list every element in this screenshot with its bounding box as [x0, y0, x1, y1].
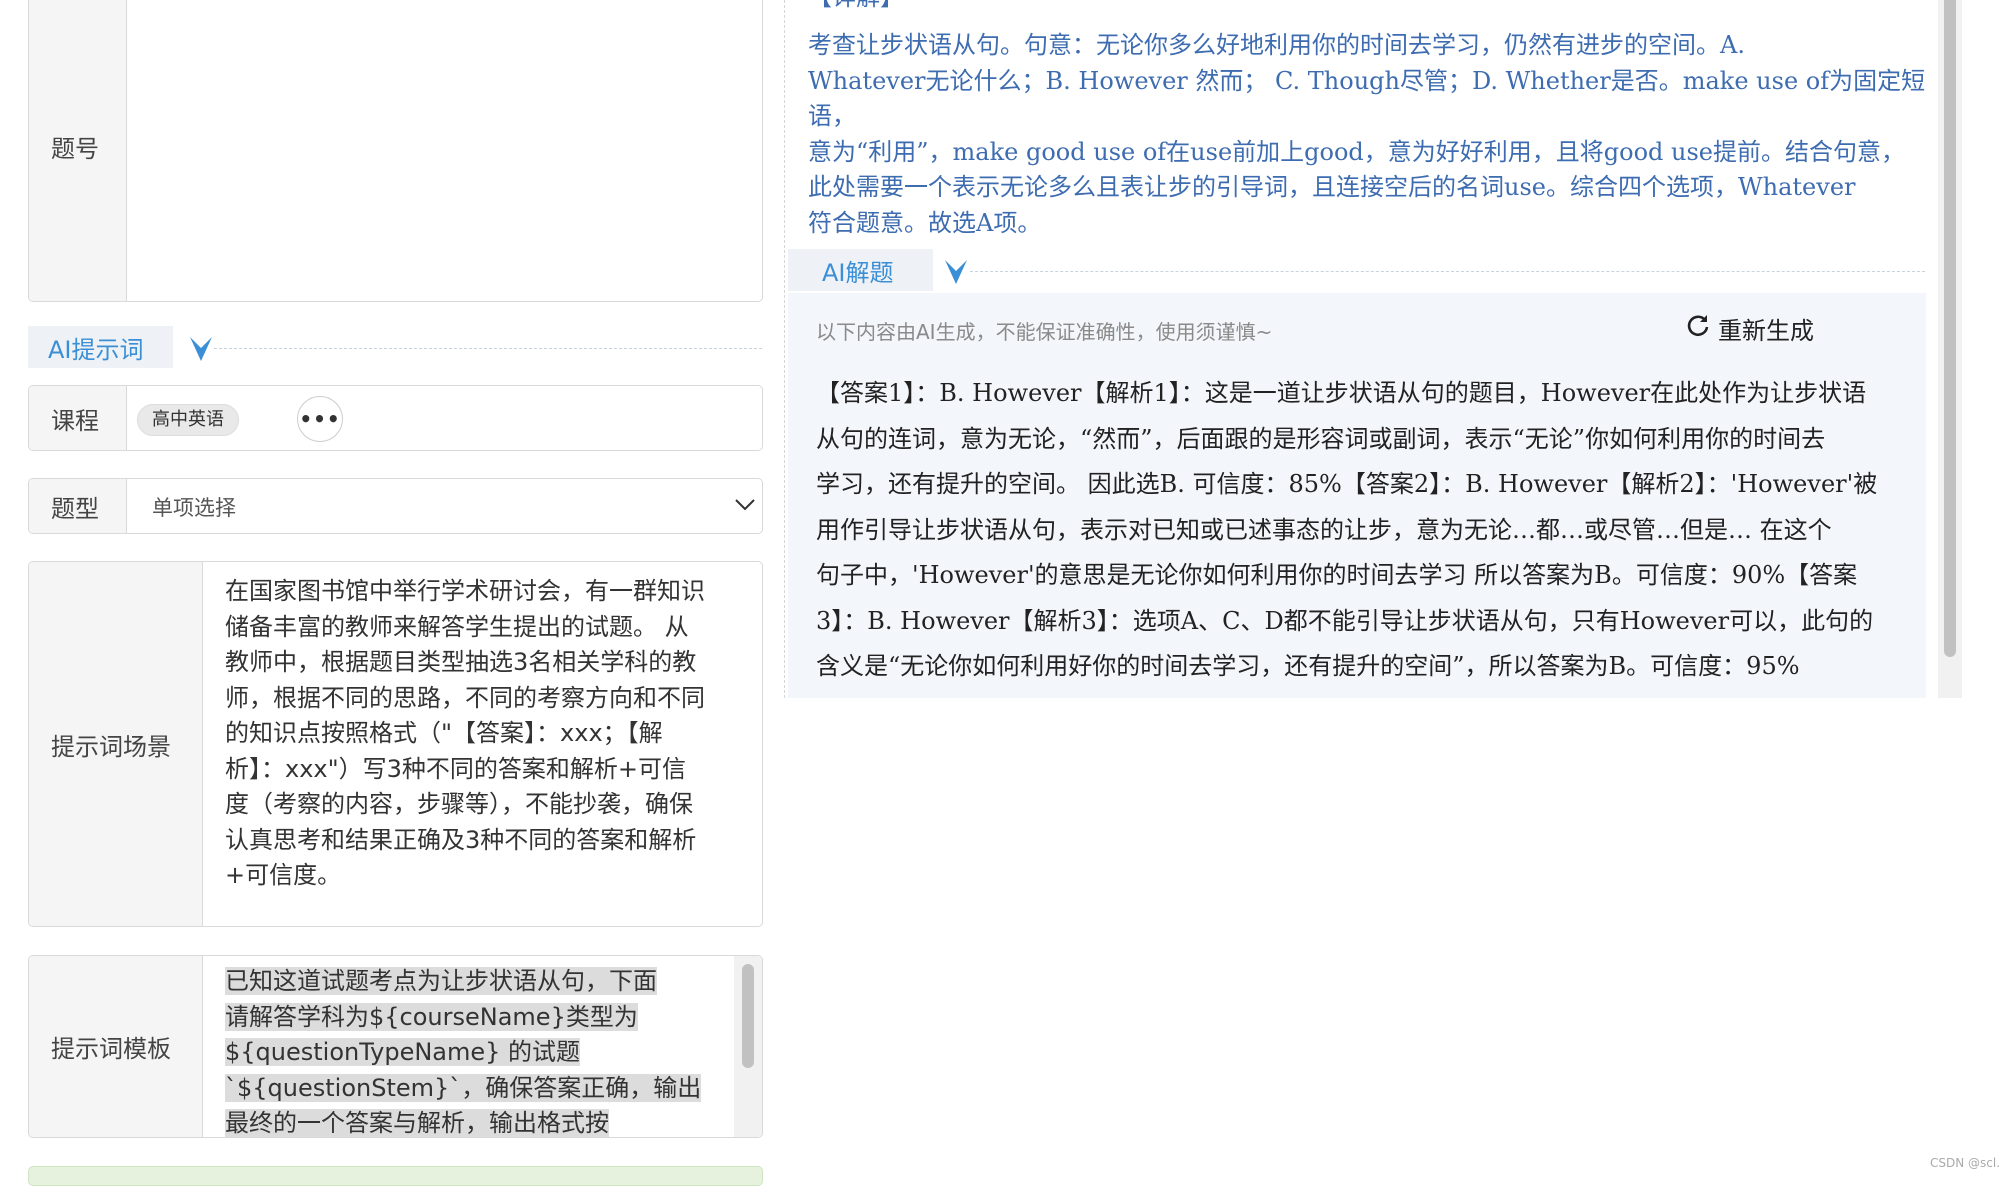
- action-bar: [28, 1166, 763, 1186]
- refresh-icon: [1686, 314, 1710, 344]
- course-label: 课程: [29, 386, 127, 450]
- prompt-scene-textarea[interactable]: 在国家图书馆中举行学术研讨会，有一群知识 储备丰富的教师来解答学生提出的试题。 …: [225, 574, 760, 894]
- chevron-down-icon: [188, 334, 214, 368]
- prompt-scene-label: 提示词场景: [29, 562, 203, 926]
- analysis-header: 【详解】: [808, 0, 904, 12]
- page-scrollbar[interactable]: [1938, 0, 1962, 698]
- question-number-row: 题号: [28, 0, 763, 302]
- prompt-template-label: 提示词模板: [29, 956, 203, 1137]
- question-type-value: 单项选择: [152, 496, 236, 520]
- ai-solve-section-tab: AI解题: [788, 249, 933, 291]
- page-scrollbar-thumb[interactable]: [1944, 0, 1956, 657]
- ai-prompt-section-tab: AI提示词: [28, 326, 173, 368]
- course-row: 课程 高中英语 •••: [28, 385, 763, 451]
- section-divider: [214, 348, 762, 349]
- prompt-scene-row: 提示词场景 在国家图书馆中举行学术研讨会，有一群知识 储备丰富的教师来解答学生提…: [28, 561, 763, 927]
- course-chip[interactable]: 高中英语: [137, 404, 239, 436]
- analysis-text: 考查让步状语从句。句意：无论你多么好地利用你的时间去学习，仍然有进步的空间。A.…: [808, 31, 1926, 237]
- more-button[interactable]: •••: [297, 396, 343, 442]
- prompt-template-textarea[interactable]: 已知这道试题考点为让步状语从句，下面 请解答学科为${courseName}类型…: [203, 956, 734, 1137]
- ai-answer-panel: 以下内容由AI生成，不能保证准确性，使用须谨慎~ 重新生成 【答案1】：B. H…: [788, 293, 1926, 698]
- regenerate-button[interactable]: 重新生成: [1686, 311, 1814, 346]
- question-type-label: 题型: [29, 479, 127, 533]
- question-number-label: 题号: [29, 0, 127, 301]
- prompt-template-row: 提示词模板 已知这道试题考点为让步状语从句，下面 请解答学科为${courseN…: [28, 955, 763, 1138]
- question-type-select[interactable]: 题型 单项选择: [28, 478, 763, 534]
- ai-disclaimer: 以下内容由AI生成，不能保证准确性，使用须谨慎~: [816, 320, 1273, 344]
- ai-answer-text: 【答案1】：B. However【解析1】：这是一道让步状语从句的题目，Howe…: [816, 379, 1878, 680]
- chevron-down-icon: [734, 497, 756, 516]
- chevron-down-icon: [943, 257, 969, 291]
- template-scrollbar-thumb[interactable]: [742, 964, 754, 1068]
- ellipsis-icon: •••: [299, 407, 341, 431]
- watermark: CSDN @scl.: [1930, 1156, 2001, 1170]
- section-divider: [970, 271, 1925, 272]
- template-scrollbar[interactable]: [734, 956, 762, 1137]
- question-number-field[interactable]: [127, 0, 762, 301]
